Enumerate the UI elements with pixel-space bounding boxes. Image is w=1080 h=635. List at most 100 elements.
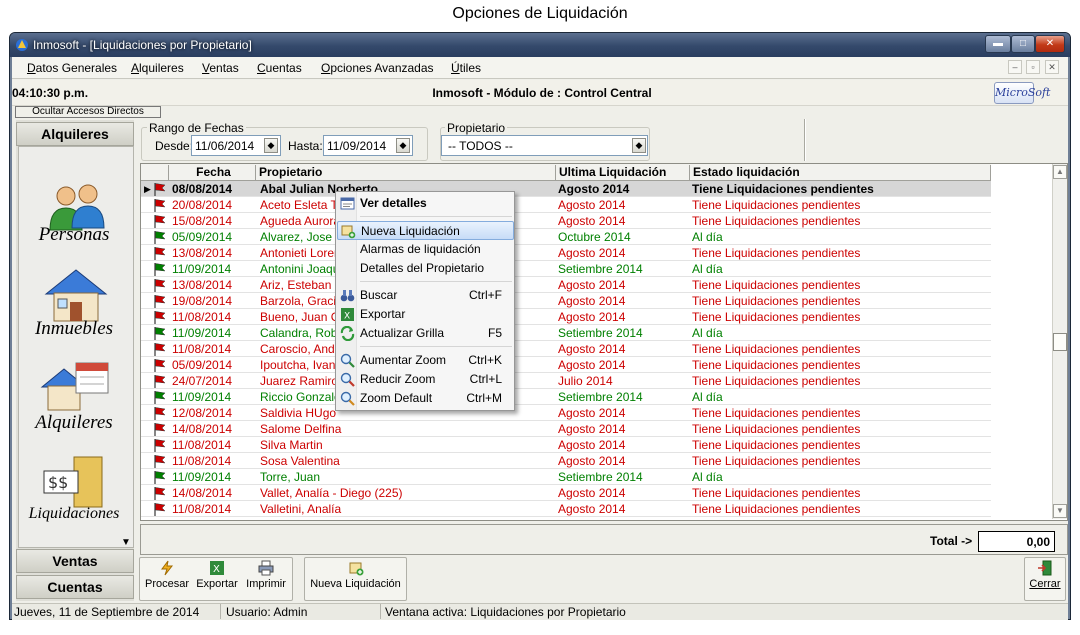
table-row[interactable]: 24/07/2014 Juarez Ramiro Julio 2014 Tiene L… xyxy=(141,373,991,389)
cell-fecha: 11/08/2014 xyxy=(172,342,232,356)
scroll-thumb[interactable] xyxy=(1053,333,1067,351)
cell-ultima-liquidacion: Agosto 2014 xyxy=(558,198,626,212)
mdi-restore-button[interactable]: ▫ xyxy=(1026,60,1040,74)
mdi-close-button[interactable]: ✕ xyxy=(1045,60,1059,74)
cell-ultima-liquidacion: Julio 2014 xyxy=(558,374,613,388)
status-flag-icon xyxy=(154,359,166,372)
menu-ventas[interactable]: Ventas xyxy=(202,61,239,75)
cell-estado: Tiene Liquidaciones pendientes xyxy=(692,438,861,452)
status-flag-icon xyxy=(154,487,166,500)
imprimir-label: Imprimir xyxy=(246,578,286,590)
menu-datos-generales[interactable]: Datos Generales xyxy=(27,61,117,75)
cell-fecha: 19/08/2014 xyxy=(172,294,233,308)
table-row[interactable]: 11/08/2014 Sosa Valentina Agosto 2014 Tiene… xyxy=(141,453,991,469)
owner-select-arrow-icon[interactable]: ◆ xyxy=(632,138,646,153)
col-header-ultima-liquidacion[interactable]: Ultima Liquidación xyxy=(556,165,690,181)
ctx-alarmas-liquidacion[interactable]: Alarmas de liquidación xyxy=(337,240,514,259)
ctx-detalles-propietario[interactable]: Detalles del Propietario xyxy=(337,259,514,278)
ctx-aumentar-zoom[interactable]: Aumentar Zoom Ctrl+K xyxy=(337,351,514,370)
cell-ultima-liquidacion: Agosto 2014 xyxy=(558,246,626,260)
details-icon xyxy=(340,197,355,210)
table-row[interactable]: 15/08/2014 Agueda Aurora Agosto 2014 Tiene … xyxy=(141,213,991,229)
cell-ultima-liquidacion: Agosto 2014 xyxy=(558,486,626,500)
binoculars-icon xyxy=(340,290,355,302)
table-row[interactable]: 19/08/2014 Barzola, Graciel Agosto 2014 Tie… xyxy=(141,293,991,309)
menu-utiles[interactable]: Útiles xyxy=(451,61,481,75)
imprimir-button[interactable]: Imprimir xyxy=(243,560,289,600)
nav-header-alquileres[interactable]: Alquileres xyxy=(16,122,134,146)
procesar-button[interactable]: Procesar xyxy=(143,560,191,600)
table-row[interactable]: 13/08/2014 Antonieti Loren Agosto 2014 Tien… xyxy=(141,245,991,261)
table-row[interactable]: ▶ 08/08/2014 Abal Julian Norberto Agosto 20… xyxy=(141,181,991,197)
chevron-down-icon[interactable]: ▼ xyxy=(121,537,131,548)
menu-cuentas[interactable]: Cuentas xyxy=(257,61,302,75)
table-row[interactable]: 11/08/2014 Silva Martin Agosto 2014 Tiene L… xyxy=(141,437,991,453)
ctx-exportar[interactable]: X Exportar xyxy=(337,305,514,324)
table-row[interactable]: 13/08/2014 Ariz, Esteban Agosto 2014 Tiene … xyxy=(141,277,991,293)
nav-item-inmuebles[interactable]: Inmuebles xyxy=(18,318,130,340)
status-flag-icon xyxy=(154,503,166,516)
mdi-minimize-button[interactable]: – xyxy=(1008,60,1022,74)
status-flag-icon xyxy=(154,263,166,276)
col-header-fecha[interactable]: Fecha xyxy=(169,165,256,181)
table-row[interactable]: 11/08/2014 Valletini, Analía Agosto 2014 Ti… xyxy=(141,501,991,517)
table-row[interactable]: 05/09/2014 Alvarez, Jose Octubre 2014 Al dí… xyxy=(141,229,991,245)
table-row[interactable]: 11/09/2014 Calandra, Robe Setiembre 2014 Al… xyxy=(141,325,991,341)
ctx-zoom-default[interactable]: Zoom Default Ctrl+M xyxy=(337,389,514,408)
scroll-down-icon[interactable]: ▼ xyxy=(1053,504,1067,518)
status-flag-icon xyxy=(154,231,166,244)
nav-item-liquidaciones[interactable]: Liquidaciones xyxy=(18,505,130,523)
cell-ultima-liquidacion: Agosto 2014 xyxy=(558,438,626,452)
cell-ultima-liquidacion: Agosto 2014 xyxy=(558,342,626,356)
ctx-nueva-liquidacion[interactable]: Nueva Liquidación xyxy=(337,221,514,240)
table-row[interactable]: 11/08/2014 Bueno, Juan Ca Agosto 2014 Tiene… xyxy=(141,309,991,325)
svg-text:X: X xyxy=(213,564,220,575)
hasta-label: Hasta: xyxy=(288,139,323,153)
table-row[interactable]: 12/08/2014 Saldivia HUgo Agosto 2014 Tiene … xyxy=(141,405,991,421)
cell-estado: Tiene Liquidaciones pendientes xyxy=(692,182,874,196)
close-button[interactable]: ✕ xyxy=(1035,35,1065,53)
menu-opciones-avanzadas[interactable]: Opciones Avanzadas xyxy=(321,61,434,75)
col-header-estado[interactable]: Estado liquidación xyxy=(690,165,991,181)
ctx-reducir-zoom[interactable]: Reducir Zoom Ctrl+L xyxy=(337,370,514,389)
table-row[interactable]: 11/09/2014 Torre, Juan Setiembre 2014 Al dí… xyxy=(141,469,991,485)
minimize-button[interactable]: ▬ xyxy=(985,35,1011,53)
table-row[interactable]: 14/08/2014 Vallet, Analía - Diego (225) Ag… xyxy=(141,485,991,501)
table-row[interactable]: 11/08/2014 Caroscio, Andre Agosto 2014 Tien… xyxy=(141,341,991,357)
nav-item-personas[interactable]: Personas xyxy=(18,224,130,246)
menu-alquileres[interactable]: Alquileres xyxy=(131,61,184,75)
owner-select[interactable]: -- TODOS -- xyxy=(441,135,648,156)
nueva-liquidacion-button[interactable]: Nueva Liquidación xyxy=(307,560,404,600)
hide-shortcuts-button[interactable]: Ocultar Accesos Directos xyxy=(15,106,161,118)
ctx-actualizar-grilla[interactable]: Actualizar Grilla F5 xyxy=(337,324,514,343)
nav-item-alquileres[interactable]: Alquileres xyxy=(18,412,130,434)
status-flag-icon xyxy=(154,439,166,452)
col-header-propietario[interactable]: Propietario xyxy=(256,165,556,181)
scroll-up-icon[interactable]: ▲ xyxy=(1053,165,1067,179)
table-row[interactable]: 11/09/2014 Antonini Joaquin Setiembre 2014… xyxy=(141,261,991,277)
excel-icon: X xyxy=(210,561,224,575)
status-date: Jueves, 11 de Septiembre de 2014 xyxy=(14,605,200,619)
ctx-ver-detalles[interactable]: Ver detalles xyxy=(337,194,514,213)
cerrar-button[interactable]: Cerrar xyxy=(1027,560,1063,600)
nav-header-cuentas[interactable]: Cuentas xyxy=(16,575,134,599)
cell-fecha: 11/09/2014 xyxy=(172,326,232,340)
ctx-separator xyxy=(360,216,512,217)
nav-header-ventas[interactable]: Ventas xyxy=(16,549,134,573)
desde-dropdown-icon[interactable]: ◆ xyxy=(264,138,278,153)
table-row[interactable]: 20/08/2014 Aceto Esleta Te Agosto 2014 Tien… xyxy=(141,197,991,213)
cell-fecha: 05/09/2014 xyxy=(172,230,233,244)
maximize-button[interactable]: □ xyxy=(1011,35,1035,53)
status-flag-icon xyxy=(154,311,166,324)
cell-estado: Tiene Liquidaciones pendientes xyxy=(692,294,861,308)
divider xyxy=(804,119,806,161)
cell-fecha: 20/08/2014 xyxy=(172,198,233,212)
hasta-dropdown-icon[interactable]: ◆ xyxy=(396,138,410,153)
table-row[interactable]: 14/08/2014 Salome Delfina Agosto 2014 Tiene… xyxy=(141,421,991,437)
table-row[interactable]: 11/09/2014 Riccio Gonzalo Setiembre 2014 Al… xyxy=(141,389,991,405)
cell-fecha: 13/08/2014 xyxy=(172,278,233,292)
cell-fecha: 11/08/2014 xyxy=(172,454,232,468)
ctx-buscar[interactable]: Buscar Ctrl+F xyxy=(337,286,514,305)
exportar-button[interactable]: X Exportar xyxy=(194,560,240,600)
table-row[interactable]: 05/09/2014 Ipoutcha, Ivan Agosto 2014 Tiene… xyxy=(141,357,991,373)
